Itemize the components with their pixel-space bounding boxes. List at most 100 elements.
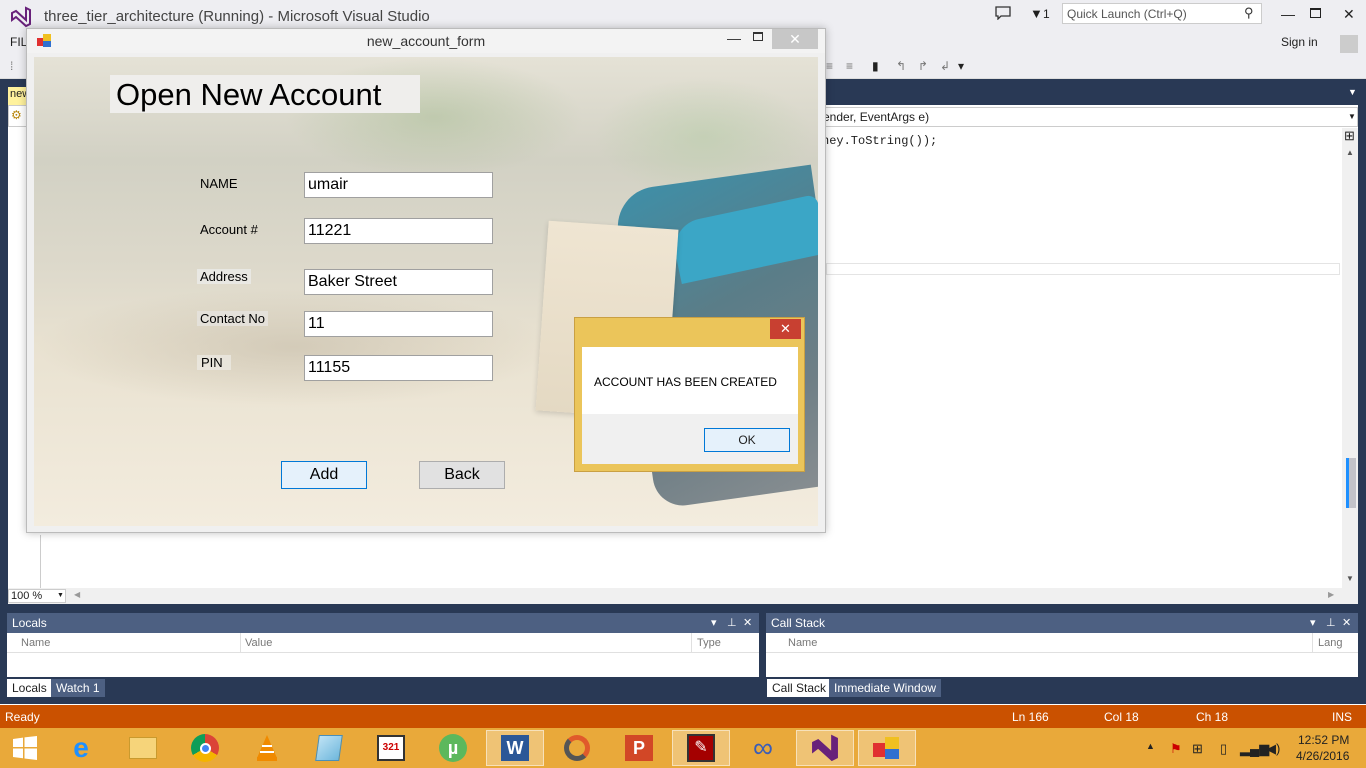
infinity-icon[interactable]: ∞ — [734, 730, 792, 766]
contact-number-field[interactable]: 11 — [304, 311, 493, 337]
app-icon[interactable] — [548, 730, 606, 766]
form-titlebar[interactable]: new_account_form — ✕ — [27, 29, 825, 53]
toolbar-grip-icon: ⁞ — [10, 59, 14, 73]
tray-flag-icon[interactable]: ⚑ — [1170, 741, 1182, 757]
quick-launch-input[interactable]: Quick Launch (Ctrl+Q) — [1062, 3, 1262, 24]
notepad-icon[interactable] — [300, 730, 358, 766]
taskbar: e 321 µ W P ✎ ∞ ▲ ⚑ ⊞ ▯ ▂▄▆ ◀) 12:52 PM … — [0, 728, 1366, 768]
close-icon[interactable]: ✕ — [743, 616, 752, 629]
scrollbar-thumb[interactable] — [1346, 458, 1356, 508]
scroll-up-icon[interactable]: ▲ — [1346, 148, 1354, 157]
zoom-value: 100 % — [11, 590, 43, 602]
status-column: Col 18 — [1104, 710, 1139, 724]
editor-vertical-scrollbar[interactable]: ⊞ ▲ ▼ — [1342, 128, 1358, 588]
bookmark-icon[interactable]: ▮ — [872, 59, 886, 73]
tray-windows-icon[interactable]: ⊞ — [1192, 741, 1203, 757]
pin-icon[interactable]: ⊥ — [727, 616, 737, 629]
back-button[interactable]: Back — [419, 461, 505, 489]
column-lang[interactable]: Lang — [1318, 637, 1342, 649]
column-name[interactable]: Name — [21, 637, 50, 649]
battery-icon[interactable]: ▯ — [1220, 741, 1227, 757]
search-icon[interactable]: ⚲ — [1244, 5, 1254, 21]
split-icon[interactable]: ⊞ — [1344, 128, 1355, 144]
locals-title: Locals — [12, 616, 47, 630]
volume-icon[interactable]: ◀) — [1266, 741, 1280, 757]
column-name[interactable]: Name — [788, 637, 817, 649]
scroll-left-icon[interactable]: ◀ — [74, 590, 80, 599]
column-type[interactable]: Type — [697, 637, 721, 649]
form-title: new_account_form — [366, 33, 486, 49]
pin-icon[interactable]: ⊥ — [1326, 616, 1336, 629]
outdent-icon[interactable]: ≡ — [846, 59, 860, 73]
editor-horizontal-scrollbar[interactable]: ◀ ▶ — [8, 588, 1358, 604]
scroll-down-icon[interactable]: ▼ — [1346, 574, 1354, 583]
maximize-icon[interactable] — [1310, 8, 1321, 18]
notification-icon[interactable] — [995, 6, 1011, 20]
status-char: Ch 18 — [1196, 710, 1229, 724]
prev-bookmark-icon[interactable]: ↰ — [896, 59, 910, 73]
next-bookmark-icon[interactable]: ↱ — [918, 59, 932, 73]
menu-file[interactable]: FIL — [10, 35, 27, 49]
left-dock-strip — [0, 105, 8, 605]
start-icon[interactable] — [0, 730, 54, 766]
ok-button[interactable]: OK — [704, 428, 790, 452]
tab-watch-1[interactable]: Watch 1 — [51, 679, 105, 697]
tab-immediate-window[interactable]: Immediate Window — [829, 679, 942, 697]
file-explorer-icon[interactable] — [114, 730, 172, 766]
editor-split-line — [826, 263, 1340, 275]
clear-bookmark-icon[interactable]: ↲ — [940, 59, 954, 73]
clock-date[interactable]: 4/26/2016 — [1296, 749, 1349, 763]
close-icon[interactable]: ✕ — [1342, 616, 1351, 629]
window-menu-icon[interactable]: ▾ — [711, 616, 717, 629]
close-icon[interactable]: ✕ — [770, 319, 801, 339]
wifi-icon[interactable]: ▂▄▆ — [1240, 741, 1269, 757]
minimize-icon[interactable]: — — [727, 30, 741, 46]
status-line: Ln 166 — [1012, 710, 1049, 724]
maximize-icon[interactable] — [753, 32, 763, 41]
utorrent-icon[interactable]: µ — [424, 730, 482, 766]
ie-icon[interactable]: e — [52, 730, 110, 766]
class-icon: ⚙ — [11, 108, 22, 122]
toolbar-overflow-icon[interactable]: ▾ — [958, 59, 972, 73]
zoom-select[interactable]: 100 % ▼ — [8, 589, 66, 603]
dropdown-arrow-icon[interactable]: ▼ — [1348, 112, 1356, 121]
vlc-icon[interactable] — [238, 730, 296, 766]
tab-locals[interactable]: Locals — [7, 679, 52, 697]
filter-icon[interactable]: ▼ — [1030, 6, 1043, 21]
sign-in-link[interactable]: Sign in — [1281, 35, 1318, 49]
name-field[interactable]: umair — [304, 172, 493, 198]
window-menu-icon[interactable]: ▾ — [1310, 616, 1316, 629]
account-number-field[interactable]: 11221 — [304, 218, 493, 244]
message-box-footer: OK — [582, 414, 798, 464]
close-icon[interactable]: ✕ — [1343, 6, 1355, 23]
chrome-icon[interactable] — [176, 730, 234, 766]
call-stack-header: Call Stack ▾ ⊥ ✕ — [766, 613, 1358, 633]
powerpoint-icon[interactable]: P — [610, 730, 668, 766]
tray-expand-icon[interactable]: ▲ — [1146, 741, 1155, 751]
word-icon[interactable]: W — [486, 730, 544, 766]
call-stack-window: Call Stack ▾ ⊥ ✕ Name Lang — [766, 613, 1358, 677]
column-value[interactable]: Value — [245, 637, 272, 649]
call-stack-grid[interactable]: Name Lang — [766, 633, 1358, 677]
tab-call-stack[interactable]: Call Stack — [767, 679, 832, 697]
address-field[interactable]: Baker Street — [304, 269, 493, 295]
pin-label: PIN — [197, 355, 231, 370]
gutter-line — [40, 535, 41, 588]
indent-icon[interactable]: ≡ — [826, 59, 840, 73]
member-dropdown[interactable]: ender, EventArgs e) — [818, 107, 1358, 127]
locals-grid[interactable]: Name Value Type — [7, 633, 759, 677]
pin-field[interactable]: 11155 — [304, 355, 493, 381]
column-divider — [691, 633, 692, 653]
clock-time[interactable]: 12:52 PM — [1298, 733, 1349, 747]
add-button[interactable]: Add — [281, 461, 367, 489]
close-icon[interactable]: ✕ — [772, 29, 818, 49]
minimize-icon[interactable]: — — [1281, 6, 1295, 22]
account-icon[interactable] — [1340, 35, 1358, 53]
visual-studio-icon[interactable] — [796, 730, 854, 766]
tab-dropdown-icon[interactable]: ▼ — [1348, 87, 1357, 97]
acrobat-icon[interactable]: ✎ — [672, 730, 730, 766]
scroll-right-icon[interactable]: ▶ — [1328, 590, 1334, 599]
media-player-icon[interactable]: 321 — [362, 730, 420, 766]
page-title: Open New Account — [116, 77, 382, 112]
winform-app-icon[interactable] — [858, 730, 916, 766]
